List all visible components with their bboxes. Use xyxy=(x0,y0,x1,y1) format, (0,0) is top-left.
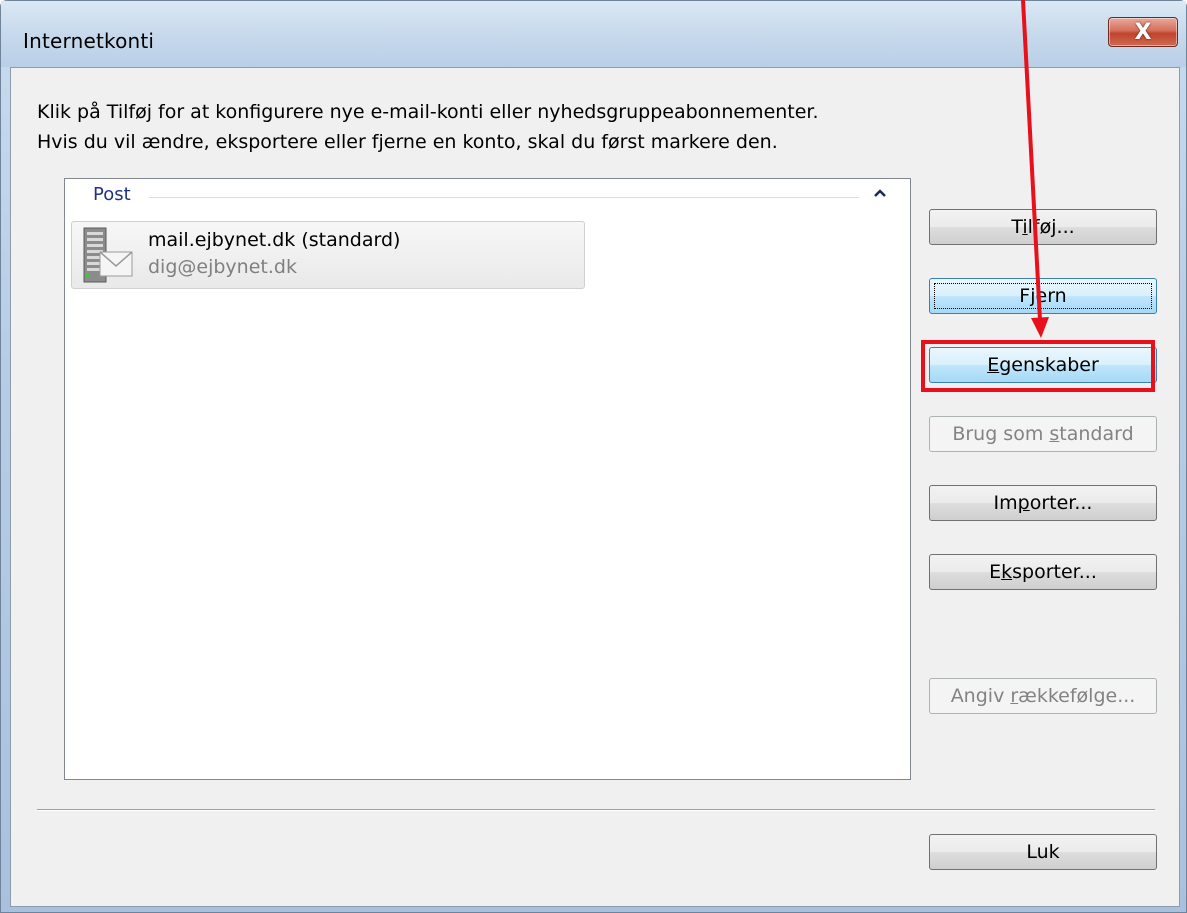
remove-label-pre: F xyxy=(1019,285,1031,307)
remove-label-key: j xyxy=(1030,285,1036,307)
import-label-pre: Im xyxy=(993,492,1018,514)
dialog-client-area: Klik på Tilføj for at konfigurere nye e-… xyxy=(10,67,1180,907)
annotation-highlight-box xyxy=(921,340,1155,392)
instructions-line-2: Hvis du vil ændre, eksportere eller fjer… xyxy=(37,131,778,153)
export-label-pre: E xyxy=(989,561,1002,583)
close-label: Luk xyxy=(1026,841,1060,863)
close-window-button[interactable]: X xyxy=(1108,17,1178,47)
add-label: Tilføj... xyxy=(1011,216,1074,238)
import-label: Importer... xyxy=(994,492,1093,514)
set-order-button[interactable]: Angiv rækkefølge... xyxy=(929,678,1157,714)
account-name: mail.ejbynet.dk (standard) xyxy=(148,229,401,251)
dialog-window: Internetkonti X Klik på Tilføj for at ko… xyxy=(0,0,1187,913)
instructions-line-1: Klik på Tilføj for at konfigurere nye e-… xyxy=(37,101,819,123)
close-button[interactable]: Luk xyxy=(929,834,1157,870)
set-default-button[interactable]: Brug som standard xyxy=(929,416,1157,452)
account-item[interactable]: mail.ejbynet.dk (standard) dig@ejbynet.d… xyxy=(71,221,585,289)
import-button[interactable]: Importer... xyxy=(929,485,1157,521)
mail-server-icon xyxy=(78,226,138,286)
group-label: Post xyxy=(93,184,131,205)
close-icon: X xyxy=(1134,19,1152,45)
add-label-post: lføj... xyxy=(1027,216,1075,238)
export-label: Eksporter... xyxy=(989,561,1097,583)
title-bar[interactable]: Internetkonti X xyxy=(1,1,1186,67)
accounts-list[interactable]: Post mail.ejbynet.dk (standard) dig@ejby… xyxy=(64,178,911,780)
set-order-label-key: r xyxy=(1010,685,1019,707)
remove-button[interactable]: Fjern xyxy=(929,278,1157,314)
remove-label: Fjern xyxy=(1019,285,1066,307)
set-default-label-key: s xyxy=(1049,423,1060,445)
window-title: Internetkonti xyxy=(23,29,155,53)
export-label-key: k xyxy=(1001,561,1013,583)
group-header-post[interactable]: Post xyxy=(93,184,893,208)
set-default-label-pre: Brug som xyxy=(952,423,1050,445)
import-label-post: orter... xyxy=(1029,492,1093,514)
group-divider xyxy=(149,197,859,198)
set-order-label-post: ækkefølge... xyxy=(1018,685,1136,707)
collapse-chevron-icon[interactable] xyxy=(873,184,887,203)
remove-label-post: ern xyxy=(1035,285,1067,307)
import-label-key: p xyxy=(1017,492,1030,514)
add-button[interactable]: Tilføj... xyxy=(929,209,1157,245)
export-button[interactable]: Eksporter... xyxy=(929,554,1157,590)
instructions: Klik på Tilføj for at konfigurere nye e-… xyxy=(37,97,819,157)
add-label-pre: T xyxy=(1011,216,1023,238)
account-email: dig@ejbynet.dk xyxy=(148,256,297,278)
set-order-label-pre: Angiv xyxy=(950,685,1011,707)
set-default-label-post: tandard xyxy=(1059,423,1134,445)
set-default-label: Brug som standard xyxy=(952,423,1133,445)
footer-separator xyxy=(37,809,1155,811)
export-label-post: sporter... xyxy=(1012,561,1097,583)
set-order-label: Angiv rækkefølge... xyxy=(951,685,1136,707)
